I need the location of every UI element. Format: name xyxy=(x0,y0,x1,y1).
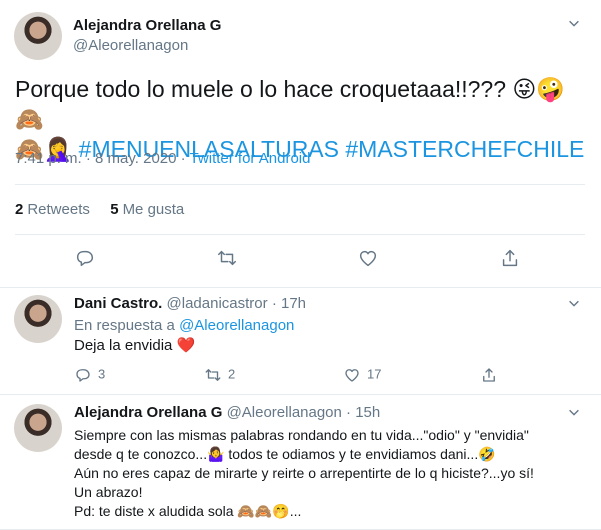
meta-separator: · xyxy=(85,150,91,167)
reply-text: Siempre con las mismas palabras rondando… xyxy=(74,426,534,521)
reply-text-line: Pd: te diste x aludida sola 🙈🙈🤭... xyxy=(74,503,302,519)
in-reply-handle[interactable]: @Aleorellanagon xyxy=(179,317,294,334)
reply-text-line: desde q te conozco...🤷‍♀️ todos te odiam… xyxy=(74,446,496,462)
avatar[interactable] xyxy=(14,404,62,452)
retweets-stat[interactable]: 2 Retweets xyxy=(15,201,90,218)
reply-count: 3 xyxy=(98,366,106,382)
reply-icon[interactable] xyxy=(74,247,98,271)
likes-stat[interactable]: 5 Me gusta xyxy=(110,201,184,218)
avatar[interactable] xyxy=(14,295,62,343)
reply-icon xyxy=(76,369,90,382)
heart-icon xyxy=(345,369,359,382)
tweet-meta: 7:41 p. m. · 8 may. 2020 · Twitter for A… xyxy=(15,150,310,167)
reply-tweet[interactable]: Dani Castro. @ladanicastror · 17h En res… xyxy=(0,288,601,395)
retweet-icon xyxy=(205,369,221,381)
author-name[interactable]: Alejandra Orellana G xyxy=(73,17,221,34)
retweet-icon[interactable] xyxy=(216,247,240,271)
retweets-label: Retweets xyxy=(27,201,90,218)
likes-label: Me gusta xyxy=(122,201,185,218)
reply-button[interactable]: 3 xyxy=(74,366,105,384)
reply-tweet[interactable]: Alejandra Orellana G @Aleorellanagon · 1… xyxy=(0,395,601,530)
tweet-source[interactable]: Twitter for Android xyxy=(190,150,311,167)
author-handle[interactable]: @Aleorellanagon xyxy=(73,37,188,54)
avatar[interactable] xyxy=(14,12,62,60)
reply-time[interactable]: 17h xyxy=(281,295,306,312)
tweet-text-line1: Porque todo lo muele o lo hace croquetaa… xyxy=(15,76,566,132)
reply-header: Dani Castro. @ladanicastror · 17h xyxy=(74,295,306,312)
chevron-down-icon[interactable] xyxy=(566,405,582,421)
author-name[interactable]: Dani Castro. xyxy=(74,295,162,312)
in-reply-to: En respuesta a @Aleorellanagon xyxy=(74,317,294,334)
hashtag-masterchefchile[interactable]: #MASTERCHEFCHILE xyxy=(345,136,584,162)
reply-header: Alejandra Orellana G @Aleorellanagon · 1… xyxy=(74,404,380,421)
tweet-date[interactable]: 8 may. 2020 xyxy=(95,150,176,167)
share-button[interactable] xyxy=(480,366,504,384)
author-handle[interactable]: @Aleorellanagon xyxy=(227,404,342,421)
retweet-count: 2 xyxy=(228,366,236,382)
divider xyxy=(15,234,585,235)
tweet-time[interactable]: 7:41 p. m. xyxy=(15,150,82,167)
share-icon[interactable] xyxy=(499,247,523,271)
like-button[interactable]: 17 xyxy=(343,366,381,384)
likes-count: 5 xyxy=(110,201,119,218)
reply-time[interactable]: 15h xyxy=(355,404,380,421)
reply-text-line: Un abrazo! xyxy=(74,484,143,500)
chevron-down-icon[interactable] xyxy=(566,296,582,312)
author-name[interactable]: Alejandra Orellana G xyxy=(74,404,222,421)
heart-icon[interactable] xyxy=(357,247,381,271)
main-tweet: Alejandra Orellana G @Aleorellanagon Por… xyxy=(0,0,601,288)
chevron-down-icon[interactable] xyxy=(566,16,582,32)
reply-text-line: Aún no eres capaz de mirarte y reirte o … xyxy=(74,465,534,481)
like-count: 17 xyxy=(367,366,382,382)
divider xyxy=(15,184,585,185)
retweets-count: 2 xyxy=(15,201,24,218)
meta-separator: · xyxy=(271,295,277,312)
in-reply-prefix: En respuesta a xyxy=(74,317,175,334)
meta-separator-2: · xyxy=(180,150,186,167)
tweet-stats: 2 Retweets 5 Me gusta xyxy=(15,201,184,218)
share-icon xyxy=(483,368,495,382)
reply-text: Deja la envidia ❤️ xyxy=(74,337,196,354)
retweet-button[interactable]: 2 xyxy=(204,366,235,384)
reply-text-line: Siempre con las mismas palabras rondando… xyxy=(74,427,529,443)
meta-separator: · xyxy=(346,404,352,421)
author-handle[interactable]: @ladanicastror xyxy=(167,295,268,312)
